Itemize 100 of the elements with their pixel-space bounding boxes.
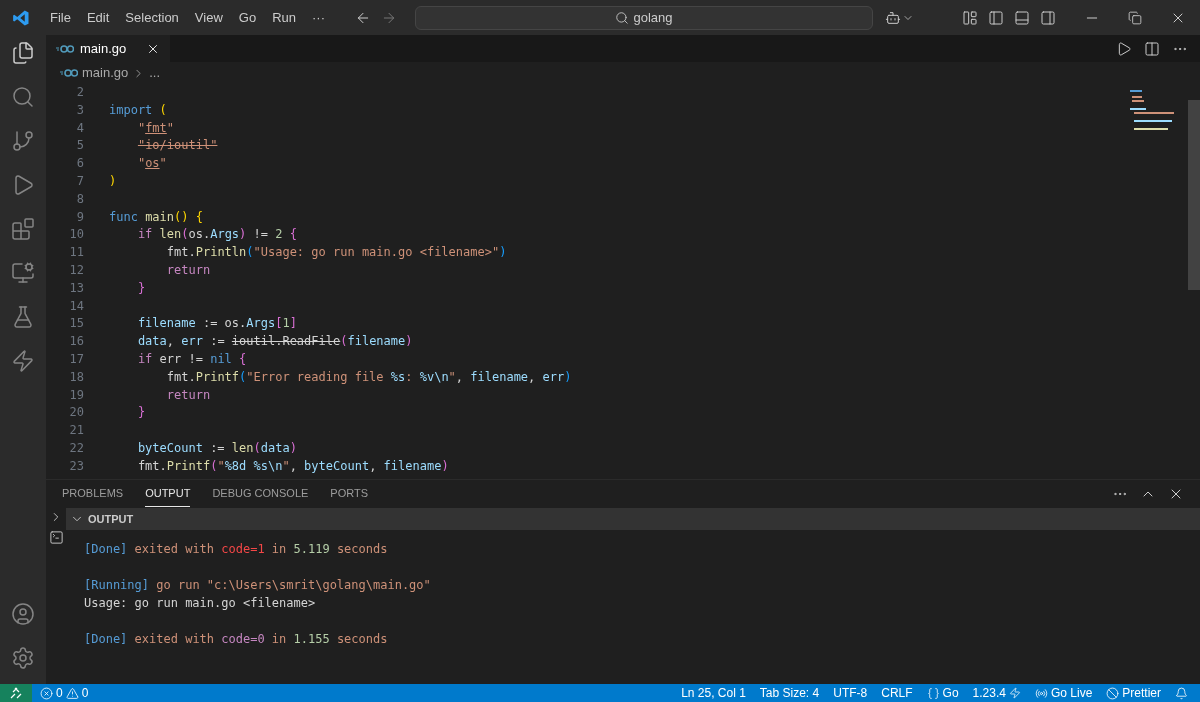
search-icon [615,10,630,25]
code-line: return [165,261,211,279]
go-file-icon [56,44,74,53]
error-icon[interactable] [40,686,53,700]
code-line: "os" [136,155,167,173]
status-item[interactable]: CRLF [881,684,913,702]
line-number: 4 [75,119,84,137]
app-logo-icon [12,8,30,27]
line-number: 14 [68,297,84,315]
line-number: 16 [68,333,84,351]
copilot-icon[interactable] [885,9,901,26]
line-number: 19 [68,386,84,404]
line-number: 2 [75,84,84,101]
code-line: fmt.Printf("Error reading file %s: %v\n", filename, err) [165,368,572,386]
code-line: return [165,386,211,404]
line-number: 18 [68,368,84,386]
code-line: } [136,279,146,297]
remote-button[interactable] [0,684,32,702]
panel-right-icon[interactable] [1040,9,1056,26]
status-item[interactable]: Prettier [1106,684,1161,702]
go-file-icon [60,69,78,77]
code-line: ) [109,173,117,190]
output-line: Usage: go run main.go <filename> [84,596,316,610]
warning-count[interactable]: 0 [81,684,89,702]
line-number: 3 [75,101,84,119]
extensions-icon[interactable] [11,217,35,241]
line-number: 6 [75,155,84,173]
line-number: 23 [68,457,84,475]
menu-item[interactable]: Edit [78,7,118,28]
layout-icon[interactable] [962,9,978,26]
line-number: 11 [68,244,84,262]
code-line: if err != nil { [136,350,247,368]
line-number: 17 [68,350,84,368]
editor-tab[interactable]: main.go [46,35,171,62]
warning-icon[interactable] [65,686,79,700]
braces-icon [926,686,940,700]
split-editor-icon[interactable] [1144,40,1160,57]
panel-tab[interactable]: PROBLEMS [62,481,124,507]
prohibited-icon [1106,686,1120,700]
line-number: 21 [68,422,84,440]
code-line: import ( [109,101,167,119]
code-line: "fmt" [136,119,175,137]
line-number: 12 [68,261,84,279]
status-item[interactable]: Ln 25, Col 1 [681,684,746,702]
panel-tab[interactable]: DEBUG CONSOLE [212,481,309,507]
code-line: filename := os.Args[1] [136,315,297,333]
breadcrumb[interactable]: main.go [82,63,129,83]
line-number: 20 [68,404,84,422]
menu-item[interactable]: View [186,7,231,28]
status-item[interactable]: UTF-8 [833,684,868,702]
section-header[interactable]: OUTPUT [66,508,1200,530]
account-icon[interactable] [11,602,35,626]
run-icon[interactable] [1116,40,1132,57]
status-item[interactable]: Go Live [1034,684,1093,702]
menu-item[interactable]: File [42,7,79,28]
status-item[interactable]: 1.23.4 [972,684,1021,702]
files-icon[interactable] [11,41,35,65]
panel-tab[interactable]: OUTPUT [145,481,191,507]
menu-item[interactable]: Run [264,7,304,28]
menu-item[interactable]: ··· [304,7,333,28]
line-number: 13 [68,279,84,297]
menu-item[interactable]: Selection [117,7,187,28]
status-item[interactable]: Tab Size: 4 [759,684,820,702]
line-number: 8 [75,190,84,208]
output-line: [Running] go run "c:\Users\smrit\golang\main.go" [84,578,431,592]
output-line: [Done] exited with code=1 in 5.119 seconds [84,542,388,556]
panel-left-icon[interactable] [988,9,1004,26]
bolt-icon [1008,687,1021,699]
code-line: data, err := ioutil.ReadFile(filename) [136,333,413,351]
line-number: 9 [75,208,84,226]
panel-tab[interactable]: PORTS [330,481,369,507]
command-center-label: golang [633,8,673,27]
code-line: fmt.Println("Usage: go run main.go <filename>") [165,244,507,262]
code-line: fmt.Printf("%8d %s\n", byteCount, filename) [136,457,449,475]
remote-icon [10,687,22,699]
code-line: byteCount := len(data) [136,439,297,457]
line-number: 22 [68,439,84,457]
code-line: if len(os.Args) != 2 { [136,226,297,244]
status-item[interactable]: Go [926,684,959,702]
terminal-icon[interactable] [48,530,64,545]
settings-icon[interactable] [11,646,35,670]
search-icon[interactable] [11,85,35,109]
code-line: "io/ioutil" [136,137,218,155]
section-title: OUTPUT [88,511,134,527]
breadcrumb[interactable]: ... [149,63,161,83]
remote-explorer-icon[interactable] [11,261,35,285]
flask-icon[interactable] [11,305,35,329]
line-number: 7 [75,173,84,190]
line-number: 10 [68,226,84,244]
restore-icon[interactable] [1128,10,1142,25]
panel-bottom-icon[interactable] [1014,9,1030,26]
bolt-icon[interactable] [11,349,35,373]
line-number: 15 [68,315,84,333]
error-count[interactable]: 0 [56,684,63,702]
command-center[interactable]: golang [415,5,873,30]
code-line: func main() { [109,208,203,226]
source-control-icon[interactable] [11,129,35,153]
line-number: 5 [75,137,84,155]
menu-item[interactable]: Go [230,7,265,28]
bell-icon[interactable] [1175,686,1188,700]
